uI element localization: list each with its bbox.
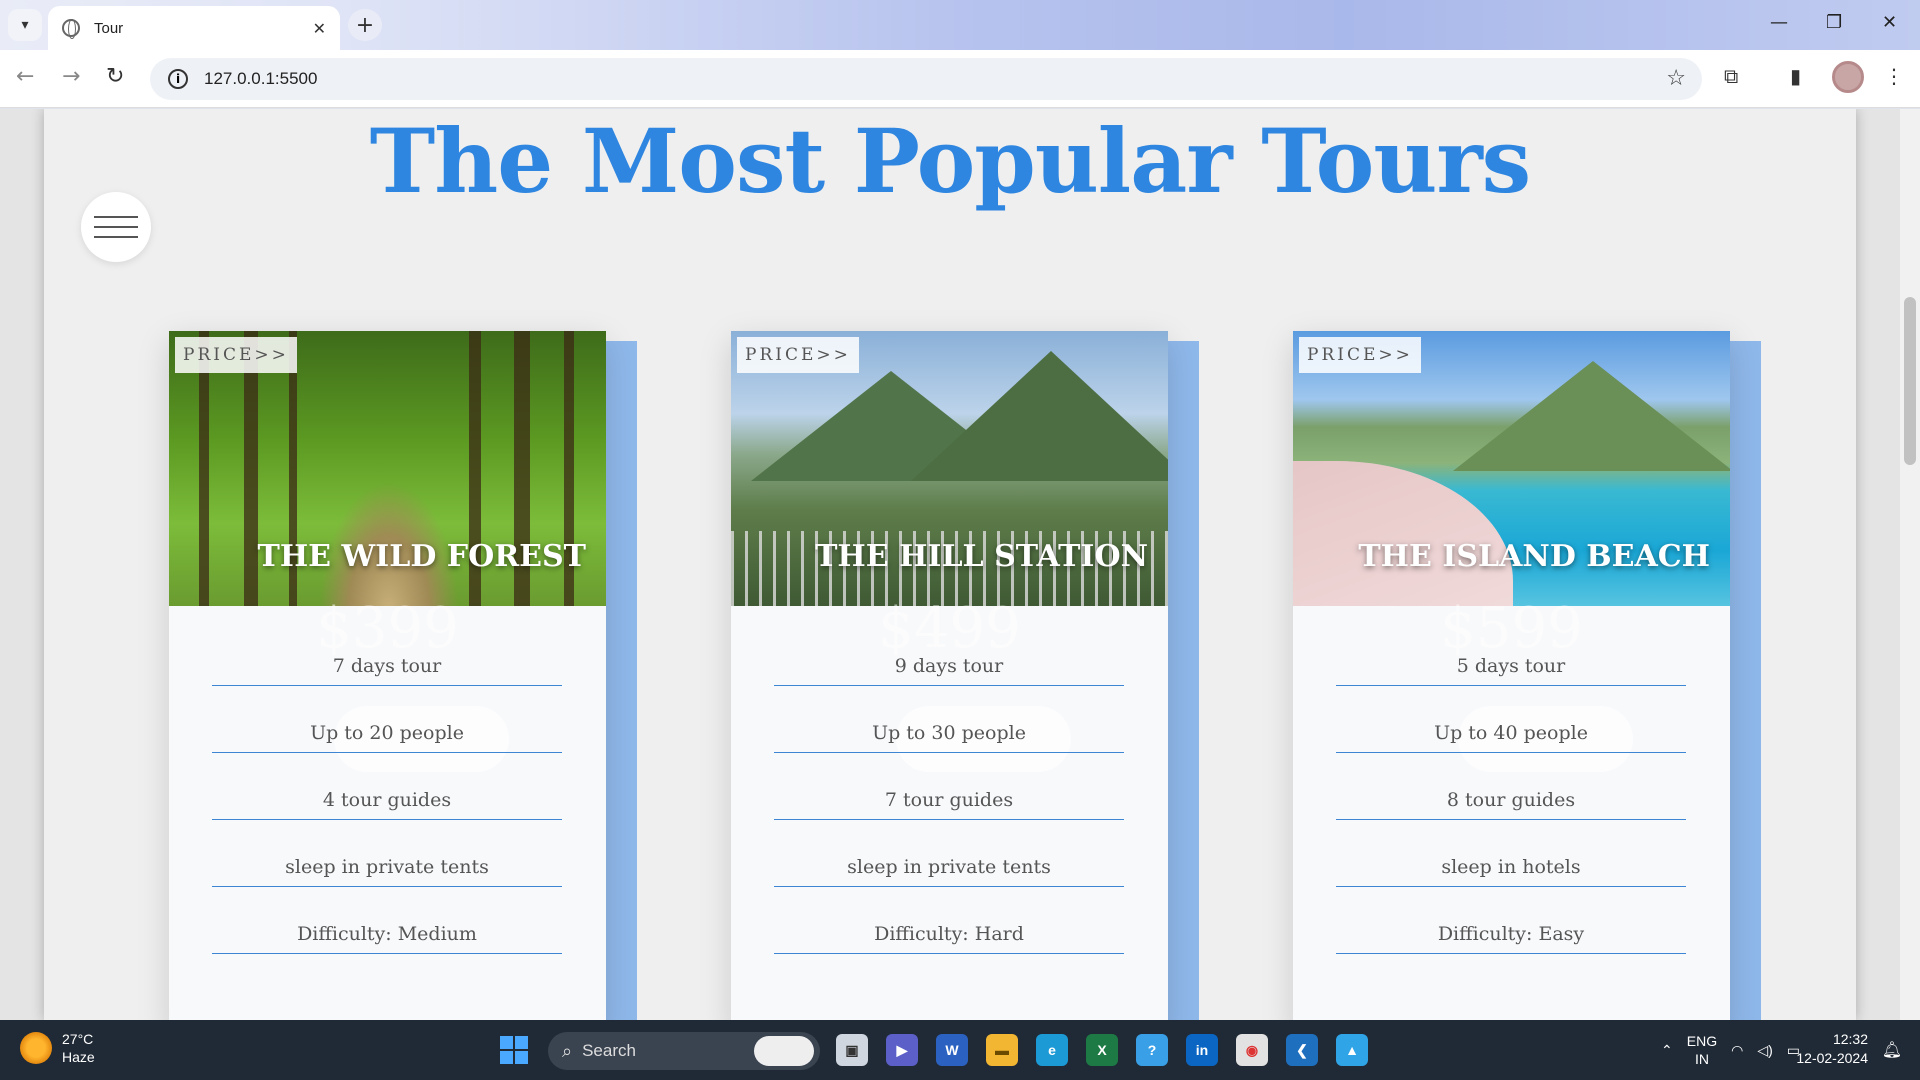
hamburger-line xyxy=(94,236,138,238)
feature-item: Up to 30 people xyxy=(774,686,1124,753)
card-title: THE HILL STATION xyxy=(815,539,1148,574)
copilot-icon[interactable] xyxy=(754,1036,814,1066)
tour-card-wild-forest[interactable]: PRICE>> THE WILD FOREST $399 7 days tour… xyxy=(169,331,639,1020)
windows-taskbar: 27°C Haze ⌕ Search ▣ ▶ W ▬ e X ? in ◉ ❮ … xyxy=(0,1020,1920,1080)
wifi-icon[interactable]: ◠ xyxy=(1731,1042,1743,1059)
browser-tab-strip: ▾ Tour ✕ + — ❐ ✕ xyxy=(0,0,1920,50)
url-text[interactable]: 127.0.0.1:5500 xyxy=(204,69,317,89)
pinned-apps: ▣ ▶ W ▬ e X ? in ◉ ❮ ▲ xyxy=(836,1034,1368,1066)
feature-item: 7 days tour xyxy=(212,641,562,686)
card-front: PRICE>> THE WILD FOREST $399 7 days tour… xyxy=(169,331,606,1020)
tour-card-hill-station[interactable]: PRICE>> THE HILL STATION $499 9 days tou… xyxy=(731,331,1201,1020)
volume-icon[interactable]: ◁) xyxy=(1757,1042,1772,1059)
restore-icon[interactable]: ❐ xyxy=(1826,12,1842,33)
feature-item: Up to 20 people xyxy=(212,686,562,753)
word-icon[interactable]: W xyxy=(936,1034,968,1066)
feature-item: 5 days tour xyxy=(1336,641,1686,686)
feature-item: sleep in private tents xyxy=(212,820,562,887)
temperature: 27°C xyxy=(62,1031,94,1047)
hamburger-line xyxy=(94,216,138,218)
feature-item: 7 tour guides xyxy=(774,753,1124,820)
task-view-icon[interactable]: ▣ xyxy=(836,1034,868,1066)
hill-station-image: PRICE>> THE HILL STATION xyxy=(731,331,1168,606)
feature-item: sleep in hotels xyxy=(1336,820,1686,887)
feature-item: 9 days tour xyxy=(774,641,1124,686)
tour-card-island-beach[interactable]: PRICE>> THE ISLAND BEACH $599 5 days tou… xyxy=(1293,331,1763,1020)
page-viewport: The Most Popular Tours PRICE>> THE WILD … xyxy=(0,109,1900,1020)
weather-condition: Haze xyxy=(62,1049,95,1065)
extensions-icon[interactable]: ⧉ xyxy=(1724,64,1738,88)
menu-kebab-icon[interactable]: ⋮ xyxy=(1884,64,1904,88)
feature-item: 8 tour guides xyxy=(1336,753,1686,820)
feature-list: 5 days tour Up to 40 people 8 tour guide… xyxy=(1336,641,1686,954)
browser-tab[interactable]: Tour ✕ xyxy=(48,6,340,50)
scrollbar-thumb[interactable] xyxy=(1904,297,1916,465)
excel-icon[interactable]: X xyxy=(1086,1034,1118,1066)
price-tag: PRICE>> xyxy=(1299,337,1421,373)
forest-image: PRICE>> THE WILD FOREST xyxy=(169,331,606,606)
date: 12-02-2024 xyxy=(1796,1050,1868,1066)
new-tab-button[interactable]: + xyxy=(348,9,382,41)
feature-item: Difficulty: Easy xyxy=(1336,887,1686,954)
close-tab-icon[interactable]: ✕ xyxy=(313,19,326,38)
card-title: THE WILD FOREST xyxy=(257,539,586,574)
beach-image: PRICE>> THE ISLAND BEACH xyxy=(1293,331,1730,606)
price-tag: PRICE>> xyxy=(175,337,297,373)
hamburger-menu-button[interactable] xyxy=(81,192,151,262)
search-label: Search xyxy=(582,1041,636,1060)
file-explorer-icon[interactable]: ▬ xyxy=(986,1034,1018,1066)
clock[interactable]: 12:32 12-02-2024 xyxy=(1796,1030,1868,1068)
card-title: THE ISLAND BEACH xyxy=(1358,539,1710,574)
start-button[interactable] xyxy=(500,1036,528,1064)
chevron-up-icon[interactable]: ⌃ xyxy=(1661,1042,1673,1059)
weather-haze-icon xyxy=(20,1032,52,1064)
feature-item: Difficulty: Medium xyxy=(212,887,562,954)
teams-icon[interactable]: ▶ xyxy=(886,1034,918,1066)
site-info-icon[interactable]: i xyxy=(168,69,188,89)
page-scrollbar[interactable] xyxy=(1900,109,1920,1020)
system-tray: ⌃ ENG IN ◠ ◁) ▭ xyxy=(1661,1032,1800,1068)
linkedin-icon[interactable]: in xyxy=(1186,1034,1218,1066)
vscode-icon[interactable]: ❮ xyxy=(1286,1034,1318,1066)
back-icon[interactable]: ← xyxy=(16,64,34,89)
feature-item: Up to 40 people xyxy=(1336,686,1686,753)
forward-icon[interactable]: → xyxy=(62,64,80,89)
tab-search-button[interactable]: ▾ xyxy=(8,9,42,41)
feature-list: 7 days tour Up to 20 people 4 tour guide… xyxy=(212,641,562,954)
edge-icon[interactable]: e xyxy=(1036,1034,1068,1066)
profile-avatar[interactable] xyxy=(1832,61,1864,93)
feature-item: sleep in private tents xyxy=(774,820,1124,887)
page-title: The Most Popular Tours xyxy=(369,109,1531,213)
region-code: IN xyxy=(1694,1051,1709,1067)
weather-widget[interactable]: 27°C Haze xyxy=(20,1030,95,1066)
side-panel-icon[interactable]: ▮ xyxy=(1790,64,1801,88)
feature-item: Difficulty: Hard xyxy=(774,887,1124,954)
browser-toolbar: ← → ↻ i 127.0.0.1:5500 ☆ ⧉ ▮ ⋮ xyxy=(0,50,1920,108)
reload-icon[interactable]: ↻ xyxy=(106,64,124,89)
time: 12:32 xyxy=(1832,1031,1868,1047)
minimize-icon[interactable]: — xyxy=(1770,12,1788,33)
bookmark-star-icon[interactable]: ☆ xyxy=(1666,66,1686,91)
chrome-icon[interactable]: ◉ xyxy=(1236,1034,1268,1066)
close-window-icon[interactable]: ✕ xyxy=(1882,12,1897,33)
tab-title: Tour xyxy=(94,19,124,37)
taskbar-search[interactable]: ⌕ Search xyxy=(548,1032,820,1070)
language-indicator[interactable]: ENG IN xyxy=(1687,1032,1717,1068)
price-tag: PRICE>> xyxy=(737,337,859,373)
card-front: PRICE>> THE HILL STATION $499 9 days tou… xyxy=(731,331,1168,1020)
card-front: PRICE>> THE ISLAND BEACH $599 5 days tou… xyxy=(1293,331,1730,1020)
notification-bell-icon[interactable]: 🔔︎ xyxy=(1882,1040,1902,1060)
feature-list: 9 days tour Up to 30 people 7 tour guide… xyxy=(774,641,1124,954)
language-code: ENG xyxy=(1686,1033,1718,1049)
globe-icon xyxy=(62,19,80,39)
search-icon: ⌕ xyxy=(562,1040,573,1061)
tours-section: The Most Popular Tours PRICE>> THE WILD … xyxy=(44,109,1856,1020)
hamburger-line xyxy=(94,226,138,228)
address-bar[interactable]: i 127.0.0.1:5500 ☆ xyxy=(150,58,1702,100)
feature-item: 4 tour guides xyxy=(212,753,562,820)
photos-icon[interactable]: ▲ xyxy=(1336,1034,1368,1066)
help-icon[interactable]: ? xyxy=(1136,1034,1168,1066)
